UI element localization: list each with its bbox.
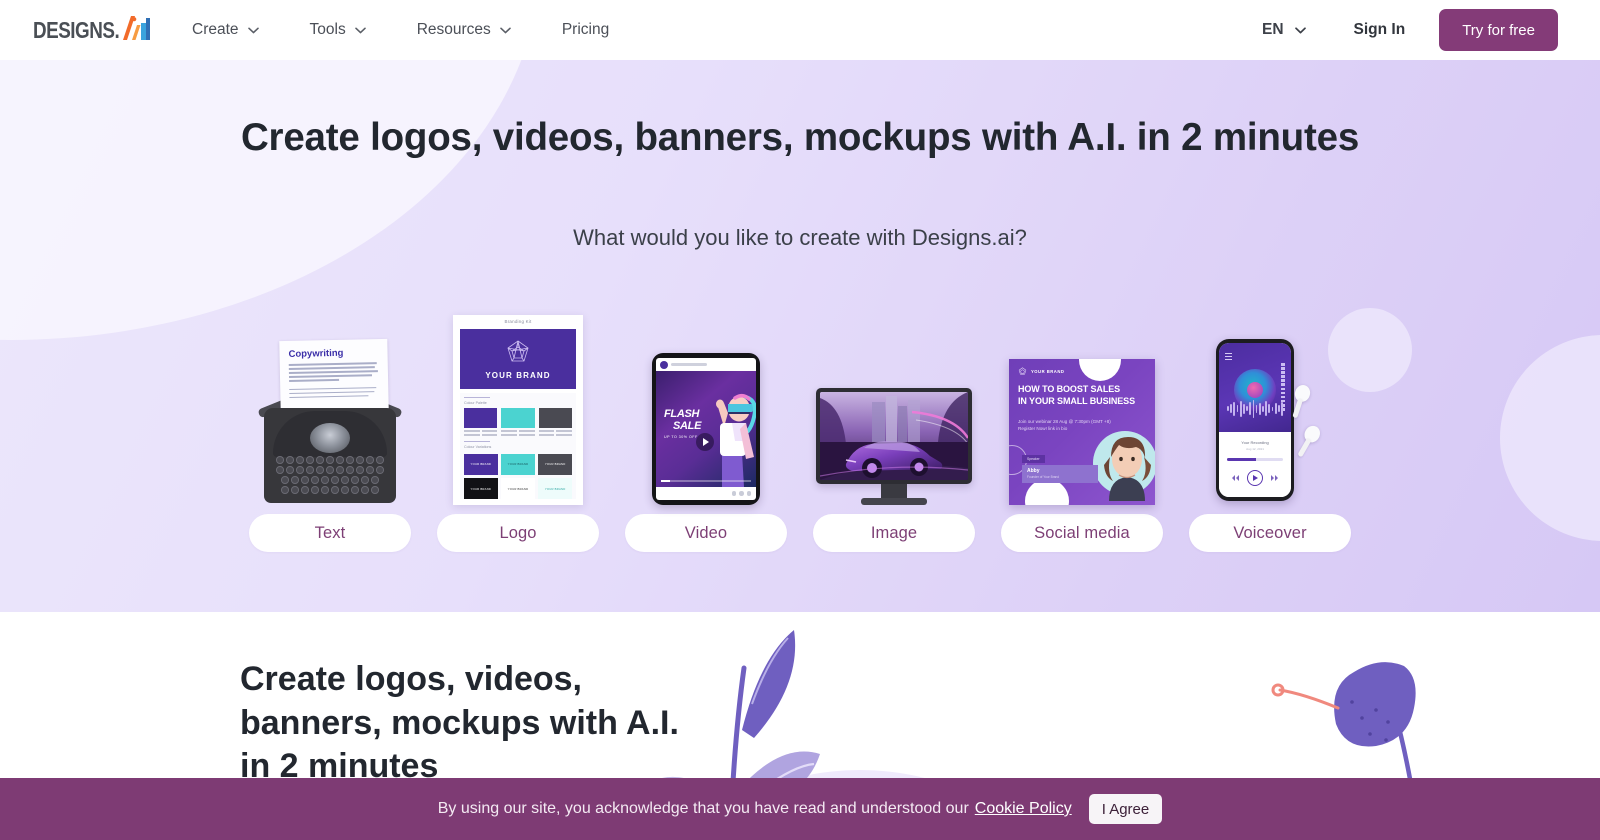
create-card-video[interactable]: FLASH SALE UP TO 30% OFF Video (625, 305, 787, 552)
nav-item-label: Tools (309, 21, 346, 38)
palette-swatch (538, 408, 572, 429)
nav-item-tools[interactable]: Tools (310, 21, 366, 39)
speaker-portrait (1093, 431, 1155, 501)
create-card-label[interactable]: Social media (1001, 514, 1163, 552)
video-headline: FLASH SALE UP TO 30% OFF (664, 408, 702, 440)
chevron-down-icon (354, 21, 366, 39)
create-card-label[interactable]: Text (249, 514, 411, 552)
social-post-illustration: YOUR BRAND HOW TO BOOST SALES IN YOUR SM… (1001, 305, 1163, 505)
hero-subtitle: What would you like to create with Desig… (573, 225, 1027, 250)
cookie-policy-link[interactable]: Cookie Policy (975, 800, 1072, 818)
social-brand: YOUR BRAND (1018, 367, 1064, 376)
nav-item-label: Pricing (561, 21, 610, 38)
abstract-logo-icon (1018, 367, 1027, 375)
generated-image-preview (820, 392, 968, 480)
create-card-label[interactable]: Logo (437, 514, 599, 552)
variations-heading: Colour Variations (464, 444, 492, 449)
hero-section: Create logos, videos, banners, mockups w… (0, 60, 1600, 612)
speaker-role: Founder of Your Brand (1027, 475, 1060, 479)
create-card-label[interactable]: Voiceover (1189, 514, 1351, 552)
monitor-illustration (813, 305, 975, 505)
social-speaker-block: Speaker Abby Founder of Your Brand (1022, 447, 1098, 483)
chevron-down-icon (500, 21, 511, 39)
copywriting-document: Copywriting (279, 338, 389, 414)
speaker-tag: Speaker (1022, 455, 1045, 463)
palette-swatch (501, 408, 535, 429)
forward-icon[interactable] (1270, 469, 1279, 487)
variation-label: YOUR BRAND (507, 462, 529, 466)
palette-swatch (464, 408, 498, 429)
header-actions: EN Sign In Try for free (1262, 0, 1600, 60)
create-card-text[interactable]: Copywriting Text (249, 305, 411, 552)
cookie-message: By using our site, you acknowledge that … (437, 800, 969, 817)
abstract-logo-icon (507, 340, 529, 362)
recording-date: Aug 12, 2021 (1246, 446, 1264, 451)
monitor-neck (881, 484, 907, 498)
branding-kit-hero: YOUR BRAND (460, 328, 576, 390)
menu-icon[interactable] (1225, 353, 1232, 361)
create-card-label[interactable]: Video (625, 514, 787, 552)
speaker-name: Abby (1027, 468, 1040, 474)
language-value: EN (1261, 21, 1284, 38)
branding-kit-header: Branding Kit (504, 319, 532, 325)
create-card-logo[interactable]: Branding Kit YOUR BRAND Colour Palette C… (437, 305, 599, 552)
create-card-label[interactable]: Image (813, 514, 975, 552)
nav-item-create[interactable]: Create (192, 21, 259, 39)
branding-kit-body: Colour Palette Colour Variations YOUR BR… (460, 393, 576, 499)
sign-in-link[interactable]: Sign In (1354, 21, 1406, 39)
document-title: Copywriting (288, 347, 344, 360)
create-card-voiceover[interactable]: Your Recording Aug 12, 2021 Voiceover (1189, 305, 1351, 552)
play-button-icon[interactable] (1247, 470, 1263, 487)
typewriter-keys (272, 456, 388, 498)
create-card-social-media[interactable]: YOUR BRAND HOW TO BOOST SALES IN YOUR SM… (1001, 305, 1163, 552)
nav-item-resources[interactable]: Resources (417, 21, 511, 39)
waveform (1227, 399, 1283, 418)
typewriter-illustration: Copywriting (249, 305, 411, 505)
recording-title: Your Recording (1241, 439, 1269, 445)
rewind-icon[interactable] (1231, 469, 1240, 487)
nav-item-label: Resources (416, 21, 491, 38)
typewriter-lens (310, 423, 350, 453)
page-root: DESIGNS. Create Tools Resources Pricing … (0, 0, 1600, 840)
cookie-agree-button[interactable]: I Agree (1088, 794, 1163, 824)
play-button-icon[interactable] (696, 433, 714, 451)
video-preview: FLASH SALE UP TO 30% OFF (656, 371, 756, 487)
variation-label: YOUR BRAND (544, 486, 566, 491)
main-nav: Create Tools Resources Pricing (192, 0, 609, 60)
playback-progress[interactable] (1227, 457, 1283, 462)
social-headline: HOW TO BOOST SALES IN YOUR SMALL BUSINES… (1018, 384, 1135, 406)
try-for-free-button[interactable]: Try for free (1439, 9, 1558, 51)
site-header: DESIGNS. Create Tools Resources Pricing … (0, 0, 1600, 60)
palette-heading: Colour Palette (464, 401, 487, 406)
social-brand-text: YOUR BRAND (1031, 369, 1065, 374)
branding-kit-illustration: Branding Kit YOUR BRAND Colour Palette C… (437, 305, 599, 505)
variation-label: YOUR BRAND (507, 486, 529, 491)
cookie-consent-bar: By using our site, you acknowledge that … (0, 778, 1600, 840)
variation-label: YOUR BRAND (470, 486, 492, 491)
logo-wordmark: DESIGNS. (33, 16, 120, 43)
video-progress-bar[interactable] (661, 480, 751, 482)
branding-kit-brand-text: YOUR BRAND (485, 371, 551, 381)
voiceover-illustration: Your Recording Aug 12, 2021 (1189, 305, 1351, 505)
chevron-down-icon (247, 21, 259, 39)
create-options-row: Copywriting Text Branding Kit YOUR BRAND… (0, 305, 1600, 552)
site-logo[interactable]: DESIGNS. (33, 15, 151, 46)
create-card-image[interactable]: Image (813, 305, 975, 552)
decorative-blob-top-left (0, 60, 540, 340)
tablet-illustration: FLASH SALE UP TO 30% OFF (625, 305, 787, 505)
hero-title: Create logos, videos, banners, mockups w… (240, 116, 1360, 159)
nav-item-pricing[interactable]: Pricing (562, 21, 609, 39)
ai-monogram-icon (121, 15, 151, 46)
monitor-base (861, 498, 927, 505)
features-title: Create logos, videos, banners, mockups w… (240, 660, 679, 786)
variation-label: YOUR BRAND (544, 462, 566, 466)
chevron-down-icon (1294, 21, 1306, 39)
nav-item-label: Create (192, 21, 239, 38)
language-selector[interactable]: EN (1262, 21, 1306, 39)
variation-label: YOUR BRAND (470, 462, 492, 466)
